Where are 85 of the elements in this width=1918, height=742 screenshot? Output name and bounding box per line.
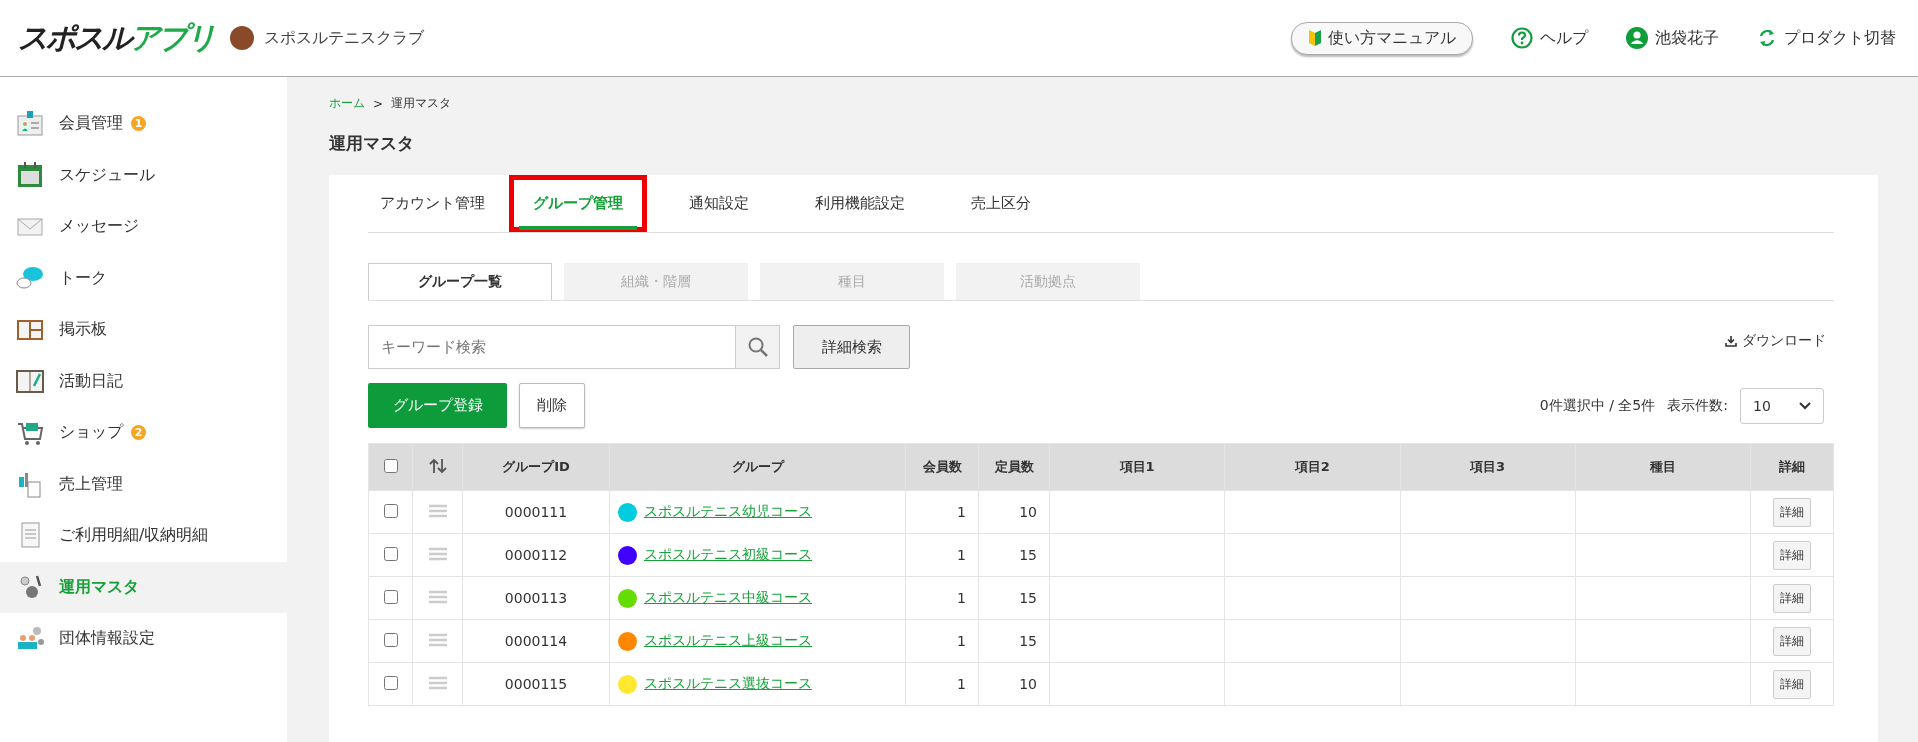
sidebar-item[interactable]: トーク [0, 252, 287, 304]
column-header: グループID [462, 443, 610, 491]
table-cell: 1 [905, 490, 979, 534]
column-header: グループ [609, 443, 906, 491]
id-card-icon [15, 108, 45, 139]
drag-handle-icon[interactable] [428, 632, 447, 647]
search-icon [746, 336, 769, 358]
tab[interactable]: 売上区分 [947, 175, 1055, 232]
advanced-search-button[interactable]: 詳細検索 [793, 325, 910, 369]
sort-arrows-icon[interactable] [428, 457, 447, 474]
page-title: 運用マスタ [329, 132, 415, 155]
column-header: 項目2 [1224, 443, 1400, 491]
drag-handle-icon[interactable] [428, 675, 447, 690]
detail-button[interactable]: 詳細 [1773, 540, 1811, 570]
help-link[interactable]: ヘルプ [1511, 27, 1588, 49]
table-cell: 10 [978, 662, 1050, 706]
user-icon [1626, 27, 1648, 49]
row-checkbox[interactable] [383, 632, 398, 647]
table-cell: 0000115 [462, 662, 610, 706]
detail-button[interactable]: 詳細 [1773, 626, 1811, 656]
club-avatar [230, 26, 254, 50]
sub-tab[interactable]: グループ一覧 [368, 263, 552, 300]
breadcrumb-current: 運用マスタ [391, 95, 452, 112]
sidebar-item[interactable]: 掲示板 [0, 304, 287, 356]
sidebar-item[interactable]: 会員管理 1 [0, 98, 287, 150]
breadcrumb-separator: > [373, 96, 384, 111]
app-logo[interactable]: スポスルアプリ [18, 17, 214, 59]
drag-handle-icon[interactable] [428, 546, 447, 561]
download-link[interactable]: ダウンロード [1725, 332, 1826, 350]
download-icon [1725, 335, 1737, 347]
column-header: 詳細 [1750, 443, 1834, 491]
register-group-button[interactable]: グループ登録 [368, 383, 507, 428]
sidebar-item[interactable]: 売上管理 [0, 458, 287, 510]
notification-badge: 2 [131, 425, 146, 441]
tab[interactable]: 通知設定 [665, 175, 773, 232]
drag-handle-icon[interactable] [428, 503, 447, 518]
chevron-down-icon [1799, 401, 1811, 410]
selection-summary: 0件選択中 / 全5件 [1539, 396, 1656, 415]
table-cell: 0000111 [462, 490, 610, 534]
sidebar-item[interactable]: 活動日記 [0, 355, 287, 407]
row-checkbox[interactable] [383, 675, 398, 690]
club-name: スポスルテニスクラブ [264, 27, 424, 49]
row-checkbox[interactable] [383, 503, 398, 518]
table-cell: 15 [978, 619, 1050, 663]
drag-handle-icon[interactable] [428, 589, 447, 604]
search-field[interactable]: キーワード検索 [368, 325, 736, 369]
detail-button[interactable]: 詳細 [1773, 669, 1811, 699]
delete-button[interactable]: 削除 [519, 383, 585, 428]
table-cell: 1 [905, 576, 979, 620]
table-cell: 15 [978, 576, 1050, 620]
beginner-mark-icon [1308, 29, 1322, 47]
table-cell: 0000114 [462, 619, 610, 663]
table-cell: 10 [978, 490, 1050, 534]
table-cell: 1 [905, 533, 979, 577]
sidebar-item[interactable]: ご利用明細/収納明細 [0, 510, 287, 562]
help-icon [1511, 27, 1533, 49]
table-cell: 1 [905, 662, 979, 706]
page-size-select[interactable]: 10 [1740, 387, 1824, 424]
row-checkbox[interactable] [383, 589, 398, 604]
column-header: 定員数 [978, 443, 1050, 491]
detail-button[interactable]: 詳細 [1773, 497, 1811, 527]
tab[interactable]: 利用機能設定 [791, 175, 929, 232]
select-all-checkbox[interactable] [383, 458, 398, 473]
column-header: 項目3 [1400, 443, 1576, 491]
table-cell: 0000112 [462, 533, 610, 577]
notification-badge: 1 [131, 116, 146, 132]
table-cell: 1 [905, 619, 979, 663]
manual-button[interactable]: 使い方マニュアル [1291, 21, 1473, 55]
row-checkbox[interactable] [383, 546, 398, 561]
table-cell: 0000113 [462, 576, 610, 620]
page-size-label: 表示件数: [1667, 396, 1728, 415]
user-link[interactable]: 池袋花子 [1626, 27, 1719, 49]
search-button[interactable] [736, 325, 780, 369]
refresh-icon [1757, 28, 1777, 48]
detail-button[interactable]: 詳細 [1773, 583, 1811, 613]
table-cell: 15 [978, 533, 1050, 577]
column-header: 項目1 [1049, 443, 1225, 491]
column-header: 会員数 [905, 443, 979, 491]
tab[interactable]: アカウント管理 [368, 175, 509, 232]
sidebar-item[interactable]: スケジュール [0, 149, 287, 201]
column-header: 種目 [1575, 443, 1751, 491]
sidebar-item[interactable]: 団体情報設定 [0, 613, 287, 665]
product-switch-link[interactable]: プロダクト切替 [1757, 27, 1896, 49]
sidebar-item[interactable]: ショップ 2 [0, 407, 287, 459]
sidebar-item[interactable]: メッセージ [0, 201, 287, 253]
